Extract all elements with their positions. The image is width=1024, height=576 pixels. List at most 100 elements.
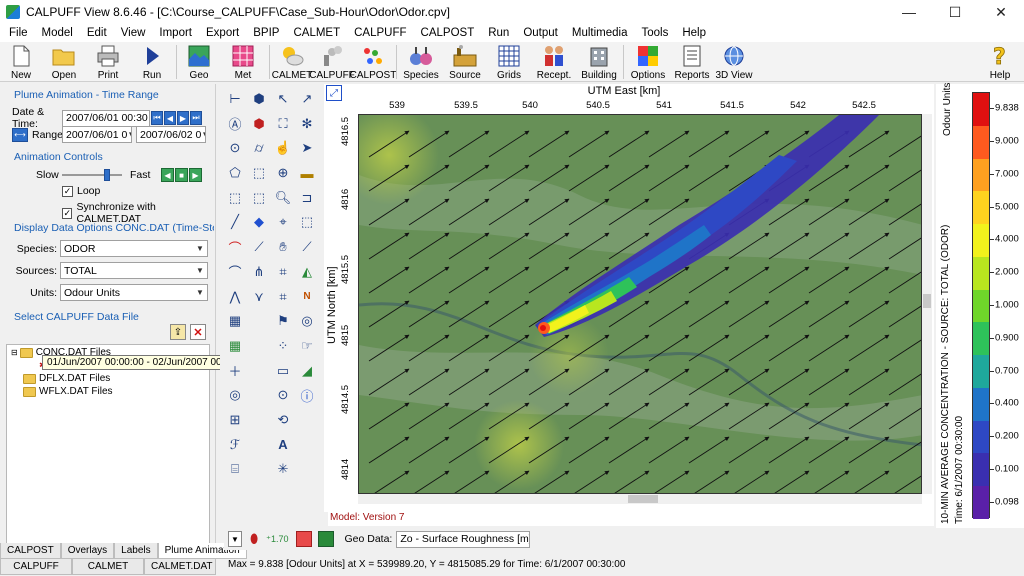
select-area-icon[interactable]: ⛶ [272,113,294,135]
menu-help[interactable]: Help [675,27,713,39]
dashed-box-icon[interactable]: ⬚ [248,162,270,184]
resize-icon[interactable]: ⌗ [272,261,294,283]
help-button[interactable]: ? Help [976,42,1024,82]
map-svg[interactable] [359,115,922,494]
ring-icon[interactable]: ◎ [296,310,318,332]
cursor-grab-icon[interactable]: ☞ [296,335,318,357]
loop-row[interactable]: ✓ Loop [62,185,100,197]
scroll-thumb[interactable] [628,495,658,503]
range-start-select[interactable]: 2007/06/01 0 ▼ [62,126,132,143]
sync-checkbox[interactable]: ✓ [62,207,73,219]
fill-area-icon[interactable]: ◆ [248,211,270,233]
menu-model[interactable]: Model [35,27,80,39]
building-button[interactable]: Building [577,42,621,82]
box-3d-icon[interactable]: ⬚ [224,187,246,209]
remove-file-button[interactable]: ✕ [190,324,206,340]
new-button[interactable]: New [0,42,42,82]
dashed-box-2-icon[interactable]: ⬚ [248,187,270,209]
tab-calpuff[interactable]: CALPUFF [0,559,72,575]
text-tool-icon[interactable]: A [272,434,294,456]
label-f-icon[interactable]: ℱ [224,434,246,456]
collapse-icon[interactable]: ⊟ [11,348,18,357]
fit-view-icon[interactable]: ⌗ [272,286,294,308]
grids-button[interactable]: Grids [487,42,531,82]
geo-button[interactable]: Geo [179,42,219,82]
maximize-button[interactable]: ☐ [932,0,978,24]
split-line-icon[interactable]: ⋔ [248,261,270,283]
open-file-button[interactable]: ⇪ [170,324,186,340]
tab-overlays[interactable]: Overlays [60,543,115,559]
zoom-icon[interactable]: 🔍︎ [272,187,294,209]
menu-bpip[interactable]: BPIP [246,27,286,39]
cube-red-icon[interactable]: ⬢ [248,113,270,135]
close-button[interactable]: ✕ [978,0,1024,24]
range-end-select[interactable]: 2007/06/02 0 ▼ [136,126,206,143]
road-red-icon[interactable]: ⌒ [224,236,246,258]
sources-select[interactable]: TOTAL ▼ [60,262,208,279]
menu-multimedia[interactable]: Multimedia [565,27,635,39]
print-button[interactable]: Print [86,42,130,82]
axis-tool-icon[interactable]: ⊢ [224,88,246,110]
scroll-thumb[interactable] [923,294,931,308]
date-time-select[interactable]: 2007/06/01 00:30 ▼ [62,109,150,127]
menu-calmet[interactable]: CALMET [286,27,347,39]
building-small-icon[interactable]: ⌸ [224,458,246,480]
tree-item-wflx[interactable]: WFLX.DAT Files [23,386,113,397]
crosshair-icon[interactable]: ＋ [224,360,246,382]
star-icon[interactable]: ✳ [272,458,294,480]
tab-calmet[interactable]: CALMET [72,559,144,575]
branch-line-icon[interactable]: ⋎ [248,286,270,308]
point-source-icon[interactable]: ⊙ [224,137,246,159]
tab-calmet-dat[interactable]: CALMET.DAT [144,559,216,575]
rect-select-icon[interactable]: ⬚ [296,211,318,233]
hatch-line-icon[interactable]: ⟋ [248,236,270,258]
select-hand-icon[interactable]: ☝ [272,137,294,159]
3d-view-button[interactable]: 3D View [714,42,754,82]
compass-icon[interactable]: ✻ [296,113,318,135]
met-button[interactable]: Met [219,42,267,82]
text-box-icon[interactable]: Ⓐ [224,113,246,135]
receptor-grid-icon[interactable]: ▦ [224,335,246,357]
circle-dot-icon[interactable]: ⊙ [272,384,294,406]
receptors-button[interactable]: Recept. [531,42,577,82]
menu-calpost[interactable]: CALPOST [414,27,482,39]
road-blue-icon[interactable]: ⌒ [224,261,246,283]
terrain-map-icon[interactable] [318,531,335,547]
stop-button[interactable]: ■ [175,168,188,182]
units-select[interactable]: Odour Units ▼ [60,284,208,301]
open-button[interactable]: Open [42,42,86,82]
target-icon[interactable]: ⌖ [272,211,294,233]
info-icon[interactable]: ⓘ [296,384,318,406]
tab-labels[interactable]: Labels [114,543,158,559]
minimize-button[interactable]: — [886,0,932,24]
arrow-tool-icon[interactable]: ↗ [296,88,318,110]
speed-slider[interactable] [62,169,122,181]
dots-icon[interactable]: ⁘ [272,335,294,357]
line-source-icon[interactable]: ╱ [224,211,246,233]
play-button[interactable]: ▶ [189,168,202,182]
map-horizontal-scrollbar[interactable] [358,494,922,504]
menu-export[interactable]: Export [199,27,246,39]
menu-edit[interactable]: Edit [80,27,114,39]
last-frame-button[interactable]: ⏭ [190,111,202,125]
calmet-button[interactable]: CALMET [272,42,312,82]
ruler-icon[interactable]: ▬ [296,162,318,184]
run-button[interactable]: Run [130,42,174,82]
cylinder-icon[interactable]: ⌭ [248,137,270,159]
species-button[interactable]: Species [399,42,443,82]
line-chart-icon[interactable]: ⟋ [296,236,318,258]
contour-icon[interactable]: ⬮ [250,531,258,547]
menu-output[interactable]: Output [516,27,565,39]
pan-hand-icon[interactable]: ✋︎ [272,236,294,258]
source-button[interactable]: Source [443,42,487,82]
color-map-icon[interactable] [296,531,313,547]
scale-label[interactable]: ⁺1.70 [266,534,288,545]
calpuff-button[interactable]: CALPUFF [309,42,355,82]
grid-table-icon[interactable]: ▦ [224,310,246,332]
tab-calpost[interactable]: CALPOST [0,543,61,559]
menu-view[interactable]: View [114,27,153,39]
lasso-icon[interactable]: ⟲ [272,409,294,431]
north-arrow-icon[interactable]: ➤ [296,137,318,159]
polar-grid-icon[interactable]: ◎ [224,384,246,406]
next-frame-button[interactable]: ▶ [177,111,189,125]
